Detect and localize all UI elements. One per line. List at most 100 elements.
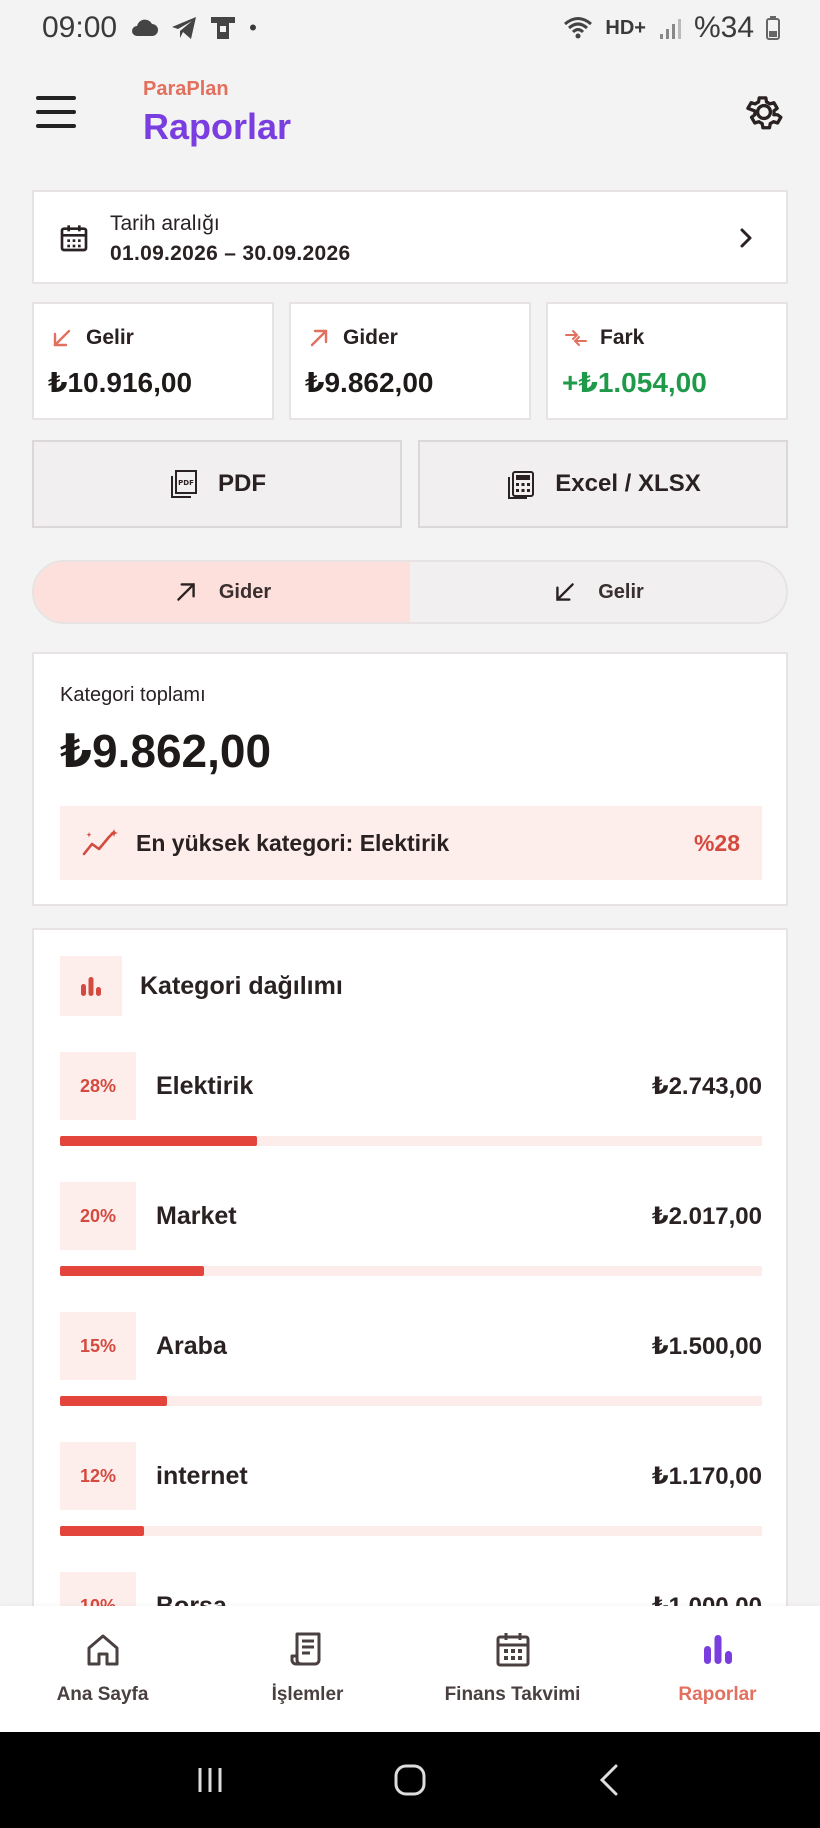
expense-label: Gider xyxy=(343,326,398,349)
category-name: Elektirik xyxy=(156,1072,254,1100)
top-category-percent: %28 xyxy=(693,830,740,856)
cloud-icon xyxy=(132,19,159,36)
top-category-banner: En yüksek kategori: Elektirik %28 xyxy=(60,806,762,880)
category-progress-track xyxy=(60,1396,762,1406)
trending-up-icon xyxy=(82,829,118,856)
telegram-icon xyxy=(172,17,197,39)
toggle-expense-label: Gider xyxy=(218,580,272,603)
type-toggle: Gider Gelir xyxy=(32,560,788,624)
category-progress-fill xyxy=(60,1526,144,1536)
export-excel-button[interactable]: Excel / XLSX xyxy=(418,440,788,528)
pdf-icon: PDF xyxy=(171,470,197,498)
arrow-up-right-icon xyxy=(177,583,195,601)
nav-reports-label: Raporlar xyxy=(678,1684,757,1705)
category-row[interactable]: 28% Elektirik ₺2.743,00 xyxy=(60,1052,762,1152)
gear-icon[interactable] xyxy=(742,90,786,134)
category-total-value: ₺9.862,00 xyxy=(60,725,272,777)
app-name: ParaPlan xyxy=(143,78,229,100)
arrow-down-left-icon xyxy=(53,329,71,347)
calendar-icon xyxy=(496,1633,529,1667)
network-type: HD+ xyxy=(605,16,646,39)
category-row[interactable]: 20% Market ₺2.017,00 xyxy=(60,1182,762,1282)
status-dot: • xyxy=(249,15,257,40)
category-amount: ₺2.017,00 xyxy=(651,1203,762,1230)
nav-transactions-label: İşlemler xyxy=(271,1684,344,1705)
category-name: internet xyxy=(156,1462,248,1490)
signal-icon xyxy=(659,19,681,39)
difference-label: Fark xyxy=(600,326,645,349)
app-header: ParaPlan Raporlar xyxy=(0,70,820,160)
category-distribution-card: Kategori dağılımı 28% Elektirik ₺2.743,0… xyxy=(32,928,788,1708)
nav-finance-calendar-label: Finans Takvimi xyxy=(444,1684,581,1705)
spreadsheet-icon xyxy=(508,471,535,499)
category-name: Araba xyxy=(156,1332,227,1360)
receipt-icon xyxy=(290,1632,320,1666)
category-progress-fill xyxy=(60,1266,204,1276)
arrow-up-right-icon xyxy=(310,329,328,347)
category-percent: 28% xyxy=(60,1052,136,1120)
status-bar: 09:00 • HD+ %34 xyxy=(0,0,820,56)
distribution-title: Kategori dağılımı xyxy=(140,972,343,1000)
wifi-icon xyxy=(564,17,593,39)
category-progress-track xyxy=(60,1526,762,1536)
category-row[interactable]: 12% internet ₺1.170,00 xyxy=(60,1442,762,1542)
category-percent: 15% xyxy=(60,1312,136,1380)
income-label: Gelir xyxy=(86,326,134,349)
arrow-down-left-icon xyxy=(556,583,574,601)
expense-value: ₺9.862,00 xyxy=(305,367,434,398)
hamburger-menu-icon[interactable] xyxy=(36,96,76,128)
nav-reports[interactable]: Raporlar xyxy=(615,1606,820,1732)
category-percent: 20% xyxy=(60,1182,136,1250)
category-percent: 12% xyxy=(60,1442,136,1510)
bar-chart-icon xyxy=(703,1635,732,1664)
chevron-right-icon xyxy=(740,228,752,248)
nav-finance-calendar[interactable]: Finans Takvimi xyxy=(410,1606,615,1732)
difference-stat-card: Fark +₺1.054,00 xyxy=(546,302,788,420)
device-icon xyxy=(211,17,236,39)
toggle-income-label: Gelir xyxy=(598,580,644,603)
top-category-text: En yüksek kategori: Elektirik xyxy=(136,830,450,856)
income-stat-card: Gelir ₺10.916,00 xyxy=(32,302,274,420)
back-icon[interactable] xyxy=(588,1758,632,1802)
nav-home[interactable]: Ana Sayfa xyxy=(0,1606,205,1732)
toggle-expense[interactable]: Gider xyxy=(34,562,410,622)
nav-transactions[interactable]: İşlemler xyxy=(205,1606,410,1732)
expense-stat-card: Gider ₺9.862,00 xyxy=(289,302,531,420)
toggle-income[interactable]: Gelir xyxy=(410,562,786,622)
battery-text: %34 xyxy=(693,11,754,44)
export-excel-label: Excel / XLSX xyxy=(555,470,701,497)
category-progress-track xyxy=(60,1136,762,1146)
system-navigation-bar xyxy=(0,1732,820,1828)
status-time: 09:00 xyxy=(42,11,118,44)
battery-icon xyxy=(766,16,780,40)
export-pdf-label: PDF xyxy=(218,470,266,497)
income-value: ₺10.916,00 xyxy=(48,367,193,398)
export-pdf-button[interactable]: PDF PDF xyxy=(32,440,402,528)
svg-text:PDF: PDF xyxy=(178,479,194,487)
category-amount: ₺1.500,00 xyxy=(651,1333,762,1360)
page-title: Raporlar xyxy=(143,106,292,147)
bottom-navigation: Ana Sayfa İşlemler Finans Takvimi Raporl… xyxy=(0,1606,820,1732)
category-row[interactable]: 15% Araba ₺1.500,00 xyxy=(60,1312,762,1412)
calendar-icon xyxy=(60,225,88,252)
category-progress-track xyxy=(60,1266,762,1276)
category-progress-fill xyxy=(60,1136,257,1146)
category-amount: ₺2.743,00 xyxy=(651,1073,762,1100)
date-range-value: 01.09.2026 – 30.09.2026 xyxy=(110,242,351,265)
category-progress-fill xyxy=(60,1396,167,1406)
home-icon xyxy=(87,1634,118,1666)
status-right: HD+ %34 xyxy=(563,11,780,45)
category-name: Market xyxy=(156,1202,237,1230)
date-range-label: Tarih aralığı xyxy=(110,212,220,235)
home-button-icon[interactable] xyxy=(388,1758,432,1802)
category-amount: ₺1.170,00 xyxy=(651,1463,762,1490)
category-total-label: Kategori toplamı xyxy=(60,684,206,706)
recent-apps-icon[interactable] xyxy=(188,1758,232,1802)
nav-home-label: Ana Sayfa xyxy=(56,1684,149,1705)
status-left: 09:00 • xyxy=(42,11,257,45)
swap-arrows-icon xyxy=(565,330,587,346)
date-range-selector[interactable]: Tarih aralığı 01.09.2026 – 30.09.2026 xyxy=(32,190,788,284)
category-total-card: Kategori toplamı ₺9.862,00 En yüksek kat… xyxy=(32,652,788,906)
bar-chart-icon xyxy=(60,956,122,1016)
difference-value: +₺1.054,00 xyxy=(562,367,707,398)
